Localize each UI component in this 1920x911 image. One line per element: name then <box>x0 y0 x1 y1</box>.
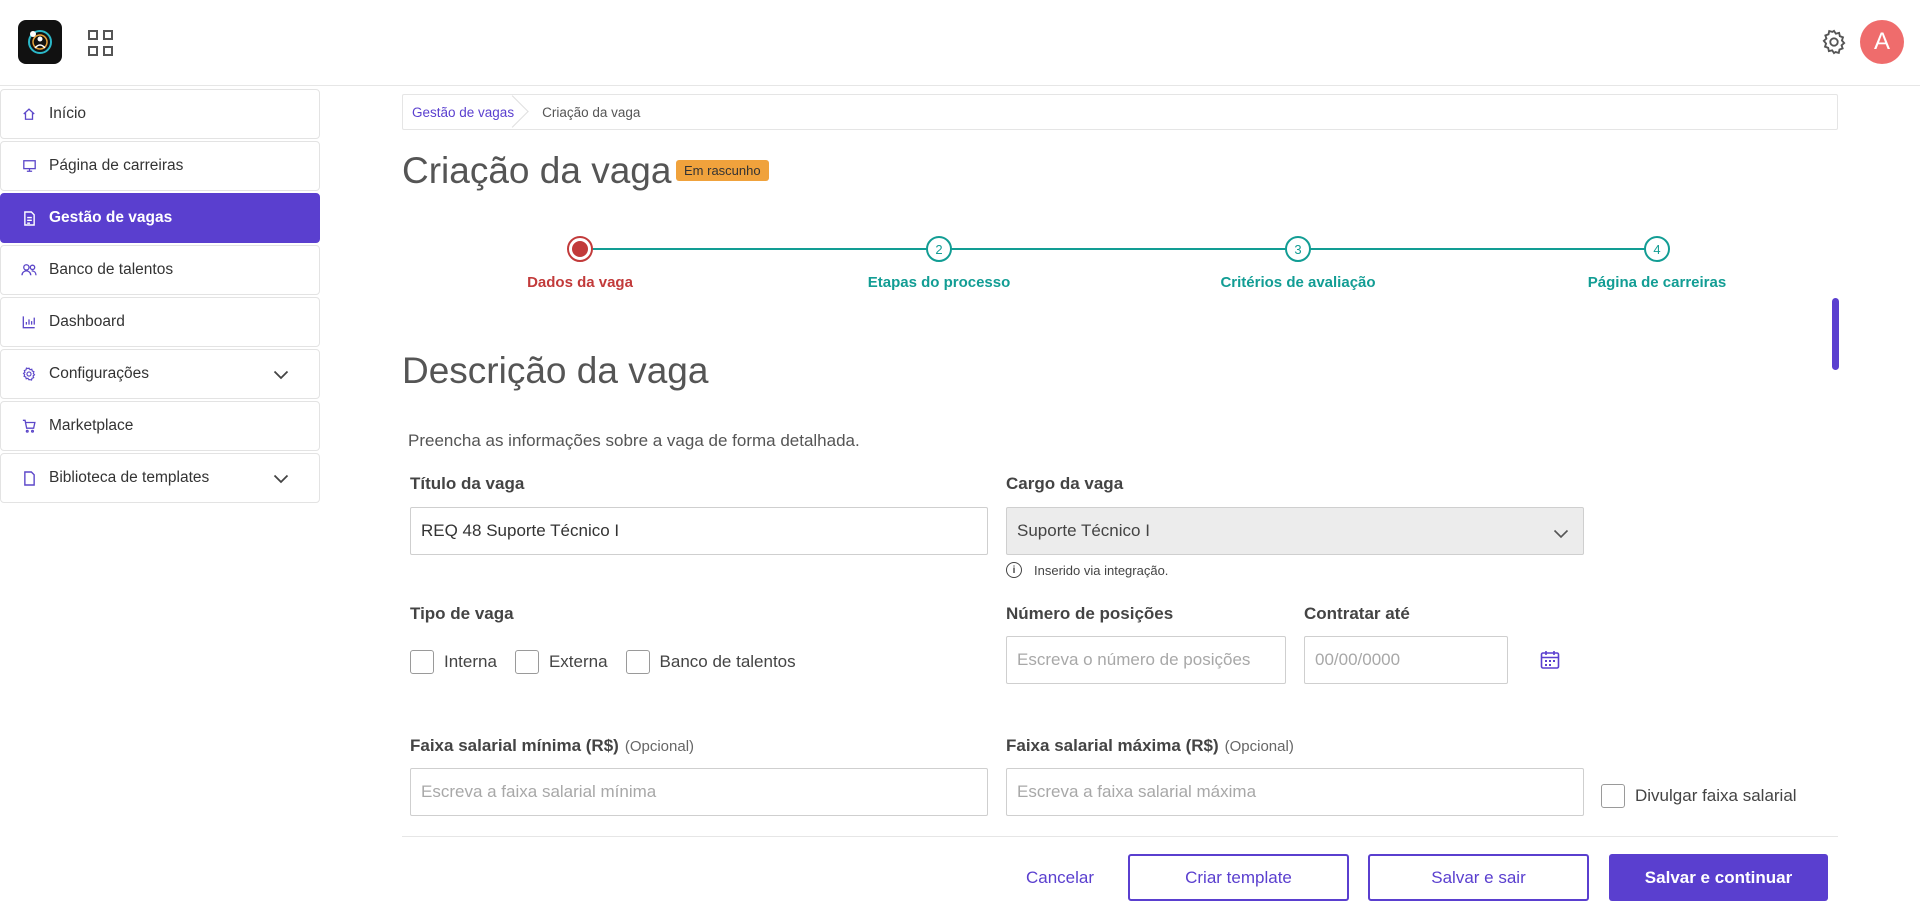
sidebar: Início Página de carreiras Gestão de vag… <box>0 89 320 505</box>
page-title: Criação da vaga <box>402 150 672 191</box>
sidebar-item-label: Configurações <box>49 365 149 382</box>
sidebar-item-label: Biblioteca de templates <box>49 469 210 486</box>
breadcrumb: Gestão de vagas Criação da vaga <box>402 94 1838 130</box>
sidebar-item-label: Dashboard <box>49 313 125 330</box>
sidebar-item-banco-talentos[interactable]: Banco de talentos <box>0 245 320 295</box>
calendar-icon[interactable] <box>1540 650 1560 670</box>
checkbox-banco-talentos[interactable]: Banco de talentos <box>625 650 796 674</box>
optional-tag: (Opcional) <box>1224 738 1294 755</box>
users-icon <box>21 262 37 278</box>
sidebar-item-label: Marketplace <box>49 417 134 434</box>
checkbox[interactable] <box>410 650 434 674</box>
sidebar-item-dashboard[interactable]: Dashboard <box>0 297 320 347</box>
hint-text: Inserido via integração. <box>1034 562 1169 578</box>
cart-icon <box>21 418 37 434</box>
monitor-icon <box>21 158 37 174</box>
titulo-label: Título da vaga <box>410 474 525 493</box>
breadcrumb-current: Criação da vaga <box>542 104 641 120</box>
step-criterios-avaliacao[interactable]: 3 Critérios de avaliação <box>1220 236 1376 291</box>
step-number: 3 <box>1285 236 1311 262</box>
step-label: Dados da vaga <box>527 274 633 291</box>
checkbox-divulgar-faixa[interactable]: Divulgar faixa salarial <box>1601 784 1797 808</box>
sidebar-item-configuracoes[interactable]: Configurações <box>0 349 320 399</box>
sidebar-item-inicio[interactable]: Início <box>0 89 320 139</box>
status-badge: Em rascunho <box>676 160 769 181</box>
tipo-label: Tipo de vaga <box>410 604 514 623</box>
tipo-checkbox-group: Interna Externa Banco de talentos <box>410 650 814 674</box>
cargo-select-value: Suporte Técnico I <box>1017 521 1150 540</box>
sidebar-item-label: Gestão de vagas <box>49 209 173 226</box>
optional-tag: (Opcional) <box>624 738 695 755</box>
posicoes-input[interactable]: Escreva o número de posições <box>1006 636 1286 684</box>
posicoes-label: Número de posições <box>1006 604 1174 623</box>
step-label: Etapas do processo <box>867 274 1011 291</box>
chevron-down-icon <box>1553 524 1569 544</box>
checkbox-label: Externa <box>548 652 608 671</box>
progress-stepper: Dados da vaga 2 Etapas do processo 3 Cri… <box>527 236 1726 296</box>
home-icon <box>21 106 37 122</box>
checkbox[interactable] <box>514 650 539 674</box>
step-current-indicator <box>567 236 593 262</box>
cargo-label: Cargo da vaga <box>1006 474 1124 493</box>
chart-icon <box>21 314 37 330</box>
section-title: Descrição da vaga <box>402 350 709 391</box>
gear-icon <box>21 366 37 382</box>
scrollbar-thumb[interactable] <box>1832 298 1839 370</box>
salario-max-input[interactable]: Escreva a faixa salarial máxima <box>1006 768 1584 816</box>
step-etapas-processo[interactable]: 2 Etapas do processo <box>868 236 1010 291</box>
step-pagina-carreiras[interactable]: 4 Página de carreiras <box>1588 236 1726 291</box>
section-description: Preencha as informações sobre a vaga de … <box>408 431 860 450</box>
contratar-date-input[interactable]: 00/00/0000 <box>1304 636 1508 684</box>
salario-min-input[interactable]: Escreva a faixa salarial mínima <box>410 768 988 816</box>
salario-min-label: Faixa salarial mínima (R$) (Opcional) <box>410 736 694 756</box>
salario-max-label-text: Faixa salarial máxima (R$) <box>1006 736 1219 755</box>
cargo-select[interactable]: Suporte Técnico I <box>1006 507 1584 555</box>
salario-min-label-text: Faixa salarial mínima (R$) <box>410 736 619 755</box>
footer-divider <box>402 836 1838 837</box>
create-template-button[interactable]: Criar template <box>1128 854 1349 901</box>
sidebar-item-label: Página de carreiras <box>49 157 184 174</box>
chevron-down-icon[interactable] <box>273 471 289 489</box>
contratar-label: Contratar até <box>1304 604 1410 623</box>
chevron-down-icon[interactable] <box>273 367 289 385</box>
checkbox[interactable] <box>1601 784 1625 808</box>
checkbox-label: Interna <box>444 652 497 671</box>
apps-grid-icon[interactable] <box>88 30 114 56</box>
sidebar-item-pagina-carreiras[interactable]: Página de carreiras <box>0 141 320 191</box>
sidebar-item-marketplace[interactable]: Marketplace <box>0 401 320 451</box>
step-number: 4 <box>1644 236 1670 262</box>
checkbox-interna[interactable]: Interna <box>410 650 497 674</box>
checkbox-label: Banco de talentos <box>659 652 796 671</box>
checkbox-externa[interactable]: Externa <box>514 650 608 674</box>
top-bar: A <box>0 0 1920 86</box>
step-dados-vaga[interactable]: Dados da vaga <box>527 236 633 291</box>
save-exit-button[interactable]: Salvar e sair <box>1368 854 1589 901</box>
cancel-button[interactable]: Cancelar <box>1012 854 1108 901</box>
app-logo[interactable] <box>18 20 62 64</box>
titulo-input[interactable]: REQ 48 Suporte Técnico I <box>410 507 988 555</box>
salario-max-label: Faixa salarial máxima (R$) (Opcional) <box>1006 736 1294 756</box>
cargo-hint: i Inserido via integração. <box>1006 562 1168 578</box>
breadcrumb-link-gestao-vagas[interactable]: Gestão de vagas <box>403 95 530 129</box>
info-icon: i <box>1006 562 1022 578</box>
stepper-line <box>580 248 1660 250</box>
settings-gear-icon[interactable] <box>1820 28 1848 56</box>
file-icon <box>21 470 37 486</box>
step-label: Página de carreiras <box>1587 274 1727 291</box>
checkbox[interactable] <box>625 650 650 674</box>
user-avatar[interactable]: A <box>1860 20 1904 64</box>
sidebar-item-label: Banco de talentos <box>49 261 174 278</box>
save-continue-button[interactable]: Salvar e continuar <box>1609 854 1828 901</box>
checkbox-label: Divulgar faixa salarial <box>1635 786 1797 805</box>
sidebar-item-label: Início <box>49 105 87 122</box>
document-icon <box>21 210 37 226</box>
sidebar-item-gestao-vagas[interactable]: Gestão de vagas <box>0 193 320 243</box>
sidebar-item-biblioteca-templates[interactable]: Biblioteca de templates <box>0 453 320 503</box>
step-number: 2 <box>926 236 952 262</box>
step-label: Critérios de avaliação <box>1220 274 1376 291</box>
